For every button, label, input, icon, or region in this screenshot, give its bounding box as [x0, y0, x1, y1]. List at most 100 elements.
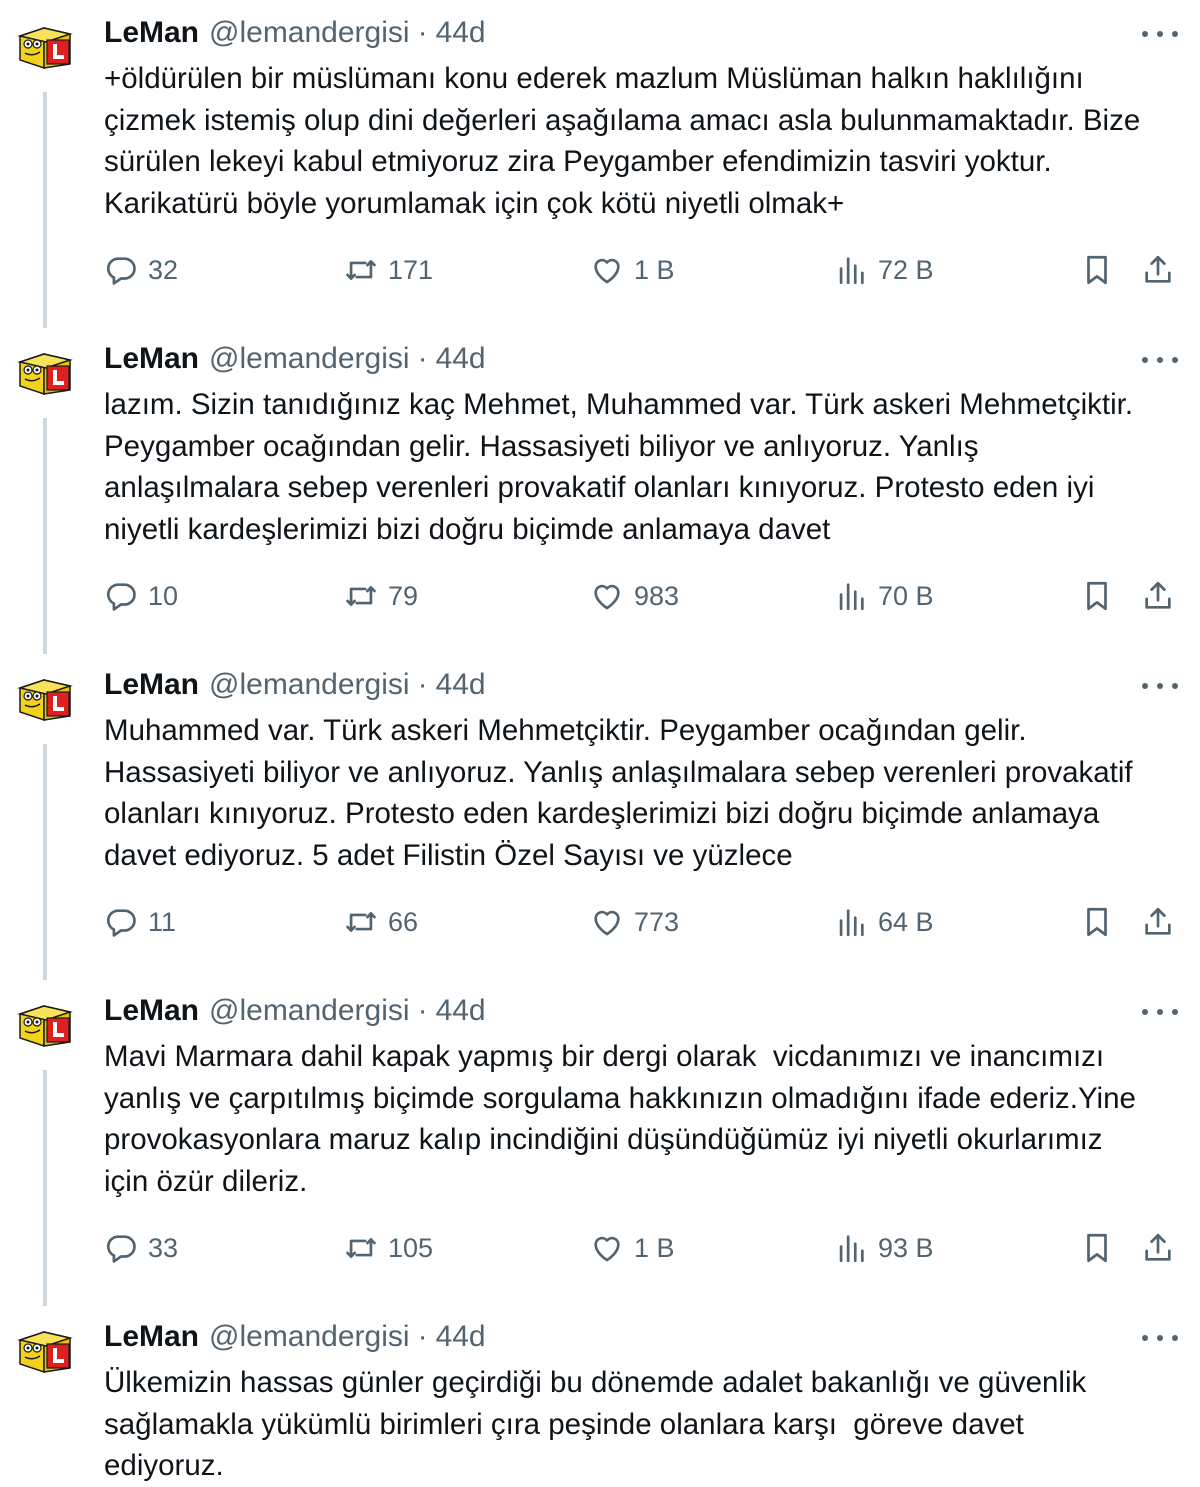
tweet[interactable]: LeMan @lemandergisi · 44d Mavi Marmara d…: [0, 978, 1200, 1306]
timestamp[interactable]: 44d: [436, 1320, 486, 1354]
views-button[interactable]: 72 B: [834, 248, 934, 292]
thread-connector-line: [43, 744, 47, 980]
bookmark-button[interactable]: [1080, 248, 1114, 292]
user-handle[interactable]: @lemandergisi: [209, 16, 410, 50]
reply-icon: [106, 909, 136, 937]
tweet-text: Ülkemizin hassas günler geçirdiği bu dön…: [104, 1366, 1087, 1482]
repost-button[interactable]: 105: [344, 1226, 433, 1270]
tweet[interactable]: LeMan @lemandergisi · 44d Ülkemizin hass…: [0, 1304, 1200, 1484]
display-name[interactable]: LeMan: [104, 994, 199, 1028]
more-options-button[interactable]: [1142, 28, 1178, 40]
repost-icon: [346, 586, 376, 606]
tweet[interactable]: LeMan @lemandergisi · 44d +öldürülen bir…: [0, 0, 1200, 328]
display-name[interactable]: LeMan: [104, 1320, 199, 1354]
more-dots-icon: [1142, 1009, 1148, 1015]
tweet-text: lazım. Sizin tanıdığınız kaç Mehmet, Muh…: [104, 388, 1134, 546]
tweet-header: LeMan @lemandergisi · 44d: [104, 16, 486, 50]
more-options-button[interactable]: [1142, 1006, 1178, 1018]
display-name[interactable]: LeMan: [104, 342, 199, 376]
tweet[interactable]: LeMan @lemandergisi · 44d lazım. Sizin t…: [0, 326, 1200, 654]
user-handle[interactable]: @lemandergisi: [209, 1320, 410, 1354]
more-dots-icon: [1142, 683, 1148, 689]
heart-icon: [594, 258, 620, 284]
leman-logo-icon: [17, 352, 73, 396]
bookmark-button[interactable]: [1080, 900, 1114, 944]
leman-logo-icon: [17, 1330, 73, 1374]
reply-count: 32: [148, 254, 179, 285]
views-button[interactable]: 93 B: [834, 1226, 934, 1270]
timestamp[interactable]: 44d: [436, 16, 486, 50]
repost-button[interactable]: 79: [344, 574, 418, 618]
like-button[interactable]: 773: [590, 900, 679, 944]
user-handle[interactable]: @lemandergisi: [209, 668, 410, 702]
leman-logo-icon: [17, 678, 73, 722]
more-options-button[interactable]: [1142, 1332, 1178, 1344]
like-button[interactable]: 983: [590, 574, 679, 618]
repost-icon: [346, 912, 376, 932]
share-button[interactable]: [1141, 248, 1175, 292]
avatar[interactable]: [14, 340, 78, 404]
reply-icon: [106, 583, 136, 611]
share-button[interactable]: [1141, 574, 1175, 618]
repost-count: 105: [388, 1232, 434, 1263]
repost-button[interactable]: 171: [344, 248, 433, 292]
separator-dot: ·: [417, 668, 428, 701]
views-count: 70 B: [878, 580, 934, 611]
reply-icon: [106, 1235, 136, 1263]
tweet-actions: 33 105 1 B 93 B: [0, 1226, 1200, 1270]
reply-button[interactable]: 11: [104, 900, 176, 944]
like-count: 1 B: [634, 254, 675, 285]
repost-icon: [346, 260, 376, 280]
user-handle[interactable]: @lemandergisi: [209, 994, 410, 1028]
like-count: 773: [634, 906, 680, 937]
tweet-actions: 32 171 1 B 72 B: [0, 248, 1200, 292]
tweet[interactable]: LeMan @lemandergisi · 44d Muhammed var. …: [0, 652, 1200, 980]
reply-button[interactable]: 32: [104, 248, 178, 292]
bookmark-icon: [1087, 581, 1107, 611]
separator-dot: ·: [417, 342, 428, 375]
reply-button[interactable]: 10: [104, 574, 178, 618]
heart-icon: [594, 584, 620, 610]
tweet-header: LeMan @lemandergisi · 44d: [104, 668, 486, 702]
views-button[interactable]: 64 B: [834, 900, 934, 944]
avatar[interactable]: [14, 1318, 78, 1382]
separator-dot: ·: [417, 994, 428, 1027]
tweet-thread: LeMan @lemandergisi · 44d +öldürülen bir…: [0, 0, 1200, 1484]
repost-button[interactable]: 66: [344, 900, 418, 944]
repost-count: 66: [388, 906, 419, 937]
thread-connector-line: [43, 418, 47, 654]
timestamp[interactable]: 44d: [436, 342, 486, 376]
views-chart-icon: [839, 257, 864, 285]
timestamp[interactable]: 44d: [436, 994, 486, 1028]
more-dots-icon: [1142, 357, 1148, 363]
like-count: 1 B: [634, 1232, 675, 1263]
views-count: 93 B: [878, 1232, 934, 1263]
like-button[interactable]: 1 B: [590, 1226, 675, 1270]
heart-icon: [594, 910, 620, 936]
reply-count: 11: [148, 906, 177, 937]
like-count: 983: [634, 580, 680, 611]
like-button[interactable]: 1 B: [590, 248, 675, 292]
more-options-button[interactable]: [1142, 680, 1178, 692]
display-name[interactable]: LeMan: [104, 16, 199, 50]
timestamp[interactable]: 44d: [436, 668, 486, 702]
user-handle[interactable]: @lemandergisi: [209, 342, 410, 376]
bookmark-icon: [1087, 1233, 1107, 1263]
share-button[interactable]: [1141, 1226, 1175, 1270]
avatar[interactable]: [14, 992, 78, 1056]
avatar[interactable]: [14, 666, 78, 730]
reply-button[interactable]: 33: [104, 1226, 178, 1270]
bookmark-button[interactable]: [1080, 574, 1114, 618]
more-options-button[interactable]: [1142, 354, 1178, 366]
tweet-header: LeMan @lemandergisi · 44d: [104, 1320, 486, 1354]
separator-dot: ·: [417, 1320, 428, 1353]
share-button[interactable]: [1141, 900, 1175, 944]
views-button[interactable]: 70 B: [834, 574, 934, 618]
tweet-text: +öldürülen bir müslümanı konu ederek maz…: [104, 62, 1141, 220]
avatar[interactable]: [14, 14, 78, 78]
share-icon: [1145, 581, 1171, 609]
views-count: 64 B: [878, 906, 934, 937]
bookmark-button[interactable]: [1080, 1226, 1114, 1270]
display-name[interactable]: LeMan: [104, 668, 199, 702]
tweet-actions: 11 66 773 64 B: [0, 900, 1200, 944]
